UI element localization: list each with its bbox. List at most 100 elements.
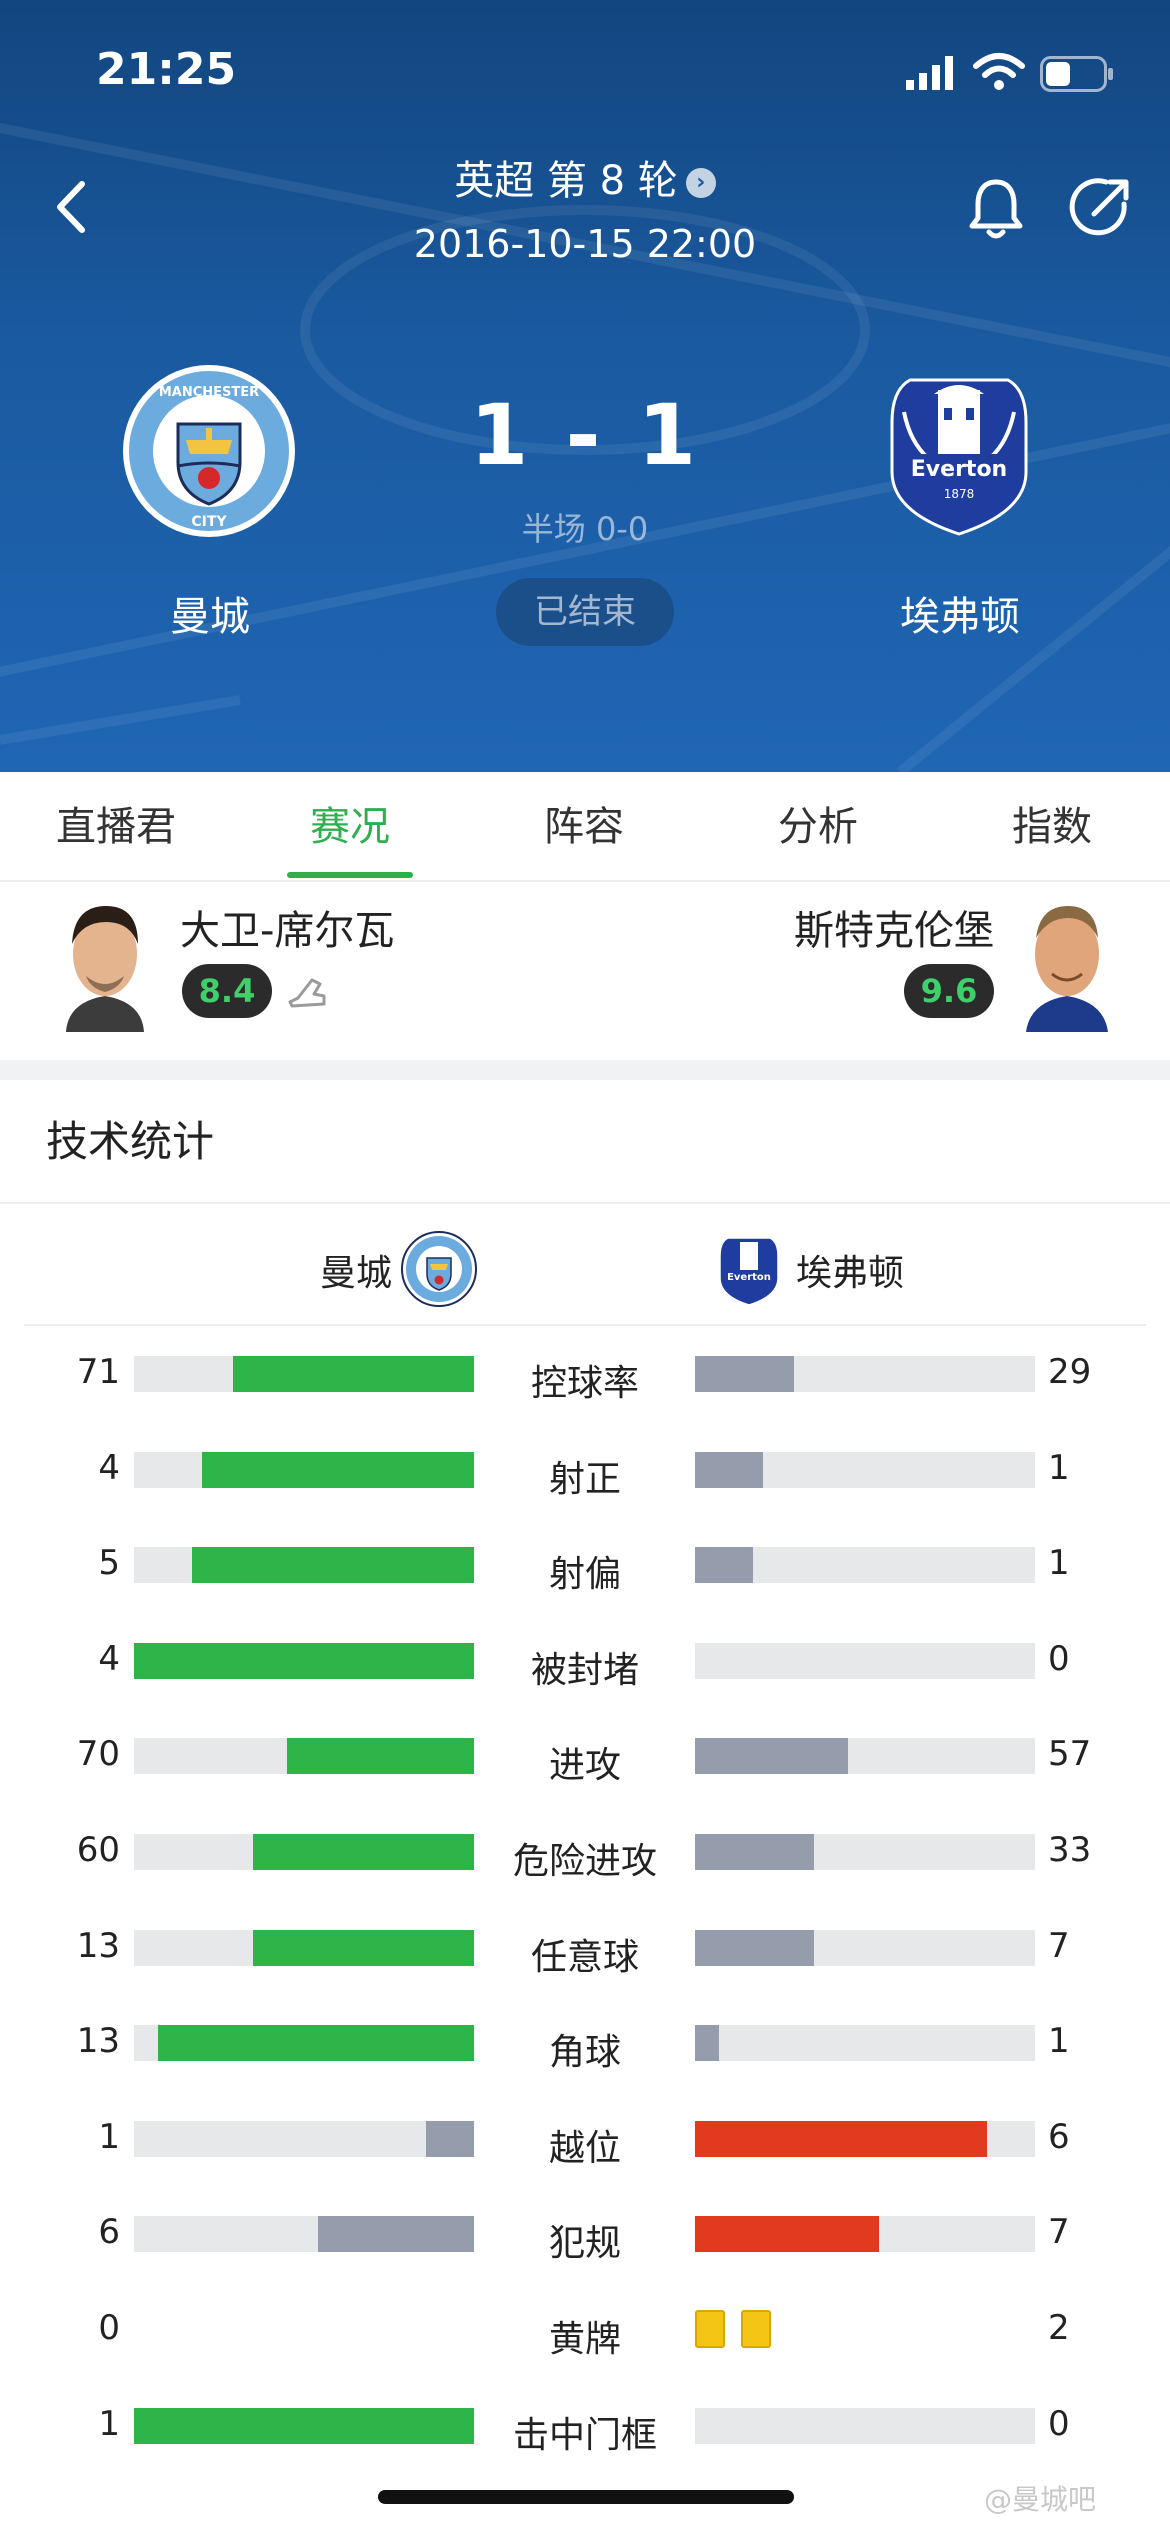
stat-label: 任意球 — [530, 1937, 639, 1978]
stat-away-bar-track — [695, 1834, 1035, 1870]
stats-away-crest: Everton — [719, 1237, 779, 1306]
stats-home-team-name: 曼城 — [319, 1253, 392, 1294]
tab-analysis[interactable]: 分析 — [718, 772, 918, 882]
stat-away-bar — [695, 1834, 814, 1870]
stat-away-bar-track — [695, 2121, 1035, 2157]
stat-home-value: 71 — [76, 1352, 120, 1392]
stat-away-bar — [695, 1930, 814, 1966]
stat-home-bar-track — [134, 1452, 474, 1488]
stat-away-bar — [695, 2025, 719, 2061]
stat-home-value: 0 — [98, 2308, 120, 2348]
league-round-label: 英超 第 8 轮 — [454, 158, 678, 204]
stat-away-value: 0 — [1048, 1639, 1070, 1679]
chevron-right-icon: › — [685, 168, 716, 198]
stat-away-value: 1 — [1048, 1448, 1070, 1488]
stat-home-bar-track — [134, 1930, 474, 1966]
stat-home-value: 13 — [76, 1926, 120, 1966]
stat-away-value: 33 — [1048, 1830, 1092, 1870]
stat-row: 0 黄牌 2 — [0, 2298, 1170, 2368]
stat-home-value: 1 — [98, 2117, 120, 2157]
stat-home-value: 4 — [98, 1639, 120, 1679]
stat-home-bar — [134, 1643, 474, 1679]
stat-home-value: 6 — [98, 2212, 120, 2252]
away-team-name[interactable]: 埃弗顿 — [810, 584, 1110, 642]
stat-home-bar — [318, 2216, 474, 2252]
away-best-player-name[interactable]: 斯特克伦堡 — [794, 898, 994, 956]
cellular-signal-icon — [906, 56, 953, 90]
stat-label: 射正 — [548, 1459, 621, 1500]
stat-label: 被封堵 — [530, 1650, 639, 1691]
stat-home-bar-track — [134, 2025, 474, 2061]
stat-away-bar-track — [695, 1547, 1035, 1583]
stat-home-value: 70 — [76, 1734, 120, 1774]
boot-icon — [288, 978, 326, 1008]
stat-home-bar-track — [134, 2121, 474, 2157]
tab-live[interactable]: 直播君 — [16, 772, 216, 882]
wifi-icon — [973, 53, 1025, 90]
stat-row: 13 角球 1 — [0, 2011, 1170, 2081]
home-player-rating: 8.4 — [182, 964, 272, 1018]
home-best-player-name[interactable]: 大卫-席尔瓦 — [180, 898, 394, 956]
stat-label: 犯规 — [548, 2223, 621, 2264]
stat-label: 黄牌 — [548, 2319, 621, 2360]
stat-home-bar — [233, 1356, 474, 1392]
stat-home-bar-track — [134, 2408, 474, 2444]
stat-away-value: 7 — [1048, 1926, 1070, 1966]
stat-row: 1 越位 6 — [0, 2107, 1170, 2177]
stat-away-value: 2 — [1048, 2308, 1070, 2348]
stat-home-bar-track — [134, 1547, 474, 1583]
stat-away-bar — [695, 1356, 794, 1392]
stat-away-bar-track — [695, 2408, 1035, 2444]
stat-home-bar-track — [134, 1356, 474, 1392]
home-player-avatar[interactable] — [46, 892, 164, 1032]
stats-teams-header: 曼城 Everton 埃弗顿 — [0, 1226, 1170, 1310]
stats-home-crest — [401, 1231, 477, 1307]
match-header: 21:25 英超 第 8 轮 › 2016-10-15 22:00 MANCHE… — [0, 0, 1170, 772]
stat-row: 6 犯规 7 — [0, 2202, 1170, 2272]
stat-label: 射偏 — [548, 1554, 621, 1595]
stat-home-bar — [158, 2025, 474, 2061]
share-icon[interactable] — [1064, 172, 1136, 244]
stat-away-bar-track — [695, 1738, 1035, 1774]
divider — [0, 1202, 1170, 1204]
stat-home-bar-track — [134, 1643, 474, 1679]
tab-odds[interactable]: 指数 — [952, 772, 1152, 882]
home-indicator[interactable] — [378, 2490, 794, 2504]
stat-row: 71 控球率 29 — [0, 1342, 1170, 1412]
stat-away-bar — [695, 2216, 879, 2252]
bell-icon[interactable] — [960, 172, 1032, 244]
svg-text:Everton: Everton — [727, 1272, 771, 1283]
divider — [24, 1324, 1146, 1326]
watermark: @曼城吧 — [984, 2483, 1097, 2516]
stat-row: 4 射正 1 — [0, 1438, 1170, 1508]
stat-label: 角球 — [548, 2032, 621, 2073]
status-time: 21:25 — [96, 44, 237, 95]
stat-label: 控球率 — [530, 1363, 639, 1404]
stat-away-bar-track — [695, 1356, 1035, 1392]
stat-home-bar-track — [134, 2216, 474, 2252]
tab-match-status[interactable]: 赛况 — [250, 772, 450, 882]
stat-home-value: 60 — [76, 1830, 120, 1870]
score: 1 - 1 — [469, 386, 701, 484]
stat-away-bar-track — [695, 1643, 1035, 1679]
stat-away-bar-track — [695, 2216, 1035, 2252]
tab-lineup[interactable]: 阵容 — [484, 772, 684, 882]
stat-home-bar-track — [134, 1834, 474, 1870]
away-player-avatar[interactable] — [1008, 892, 1126, 1032]
best-players-row: 大卫-席尔瓦 8.4 斯特克伦堡 9.6 — [0, 884, 1170, 1060]
section-separator — [0, 1060, 1170, 1080]
tab-bar: 直播君 赛况 阵容 分析 指数 — [0, 772, 1170, 882]
match-status-badge: 已结束 — [496, 578, 674, 646]
home-team-name[interactable]: 曼城 — [60, 584, 360, 642]
stat-home-bar — [192, 1547, 474, 1583]
status-bar: 21:25 — [0, 0, 1170, 140]
halftime-score: 半场 0-0 — [521, 510, 649, 548]
stat-away-value: 29 — [1048, 1352, 1092, 1392]
stat-home-bar — [287, 1738, 474, 1774]
battery-icon — [1040, 56, 1113, 92]
stat-row: 60 危险进攻 33 — [0, 1820, 1170, 1890]
stat-home-bar-track — [134, 1738, 474, 1774]
stat-away-bar — [695, 1452, 763, 1488]
stat-label: 击中门框 — [512, 2415, 657, 2456]
stat-home-bar — [202, 1452, 474, 1488]
